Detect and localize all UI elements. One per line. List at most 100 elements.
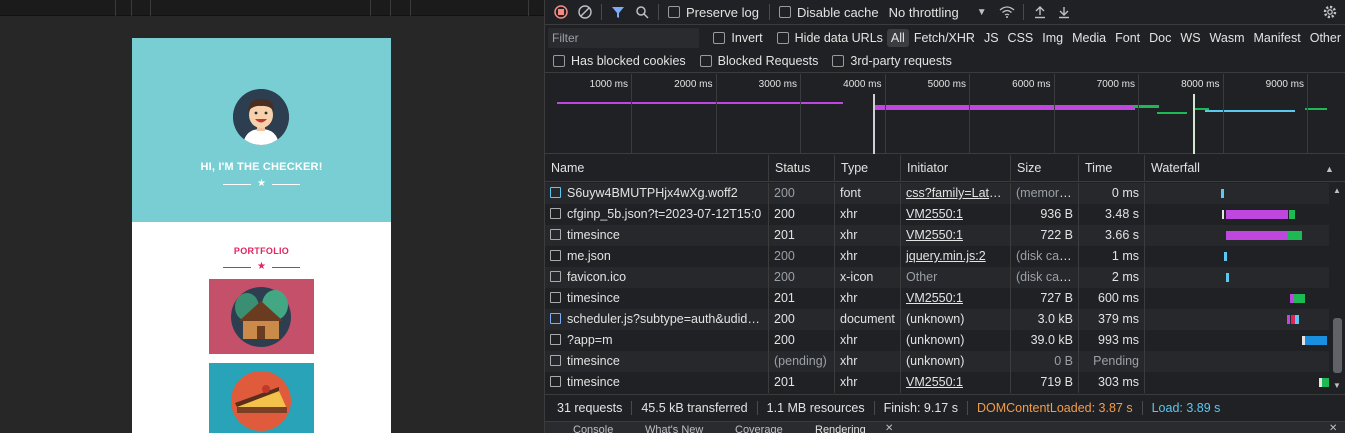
file-icon [550, 229, 561, 240]
portfolio-item-cabin[interactable] [209, 279, 314, 354]
portfolio-item-cake[interactable] [209, 363, 314, 433]
scroll-down-icon[interactable]: ▼ [1333, 381, 1341, 390]
cell-type: document [840, 312, 895, 326]
table-row[interactable]: S6uyw4BMUTPHjx4wXg.woff2 200 font css?famil… [545, 183, 1329, 204]
cell-initiator[interactable]: VM2550:1 [906, 375, 963, 389]
type-filter-media[interactable]: Media [1068, 29, 1110, 47]
cell-initiator[interactable]: VM2550:1 [906, 228, 963, 242]
import-har-button[interactable] [1028, 0, 1052, 24]
search-button[interactable] [630, 0, 654, 24]
type-filter-font[interactable]: Font [1111, 29, 1144, 47]
load-time: Load: 3.89 s [1151, 401, 1221, 415]
table-row[interactable]: cfginp_5b.json?t=2023-07-12T15:0 200 xhr VM… [545, 204, 1329, 225]
cell-initiator[interactable]: css?family=Lato:... [906, 186, 1010, 200]
table-row[interactable]: timesince (pending) xhr (unknown) 0 B Pending [545, 351, 1329, 372]
table-row[interactable]: timesince 201 xhr VM2550:1 722 B 3.66 s [545, 225, 1329, 246]
third-party-checkbox[interactable] [832, 54, 845, 67]
chevron-down-icon[interactable]: ▼ [977, 7, 987, 18]
cell-size: 719 B [1040, 375, 1073, 389]
devtools-network-panel: Preserve log Disable cache No throttling… [544, 0, 1345, 433]
drawer-tab-console[interactable]: Console [573, 424, 613, 433]
cell-name: timesince [567, 354, 620, 368]
col-initiator-header[interactable]: Initiator [901, 155, 1011, 182]
table-row[interactable]: ?app=m 200 xhr (unknown) 39.0 kB 993 ms [545, 330, 1329, 351]
overview-tick-label: 1000 ms [589, 79, 628, 90]
type-filter-doc[interactable]: Doc [1145, 29, 1175, 47]
col-time-header[interactable]: Time [1079, 155, 1145, 182]
vertical-scrollbar[interactable]: ▲ ▼ [1329, 183, 1345, 393]
record-button[interactable] [549, 0, 573, 24]
waterfall-bar [1221, 189, 1224, 198]
drawer-tab-rendering[interactable]: Rendering [815, 424, 866, 433]
table-row[interactable]: timesince 201 xhr VM2550:1 727 B 600 ms [545, 288, 1329, 309]
table-row[interactable]: favicon.ico 200 x-icon Other (disk cac... 2 m… [545, 267, 1329, 288]
col-waterfall-header[interactable]: Waterfall [1145, 155, 1345, 182]
col-type-header[interactable]: Type [835, 155, 901, 182]
dom-content-loaded: DOMContentLoaded: 3.87 s [968, 401, 1143, 415]
table-row[interactable]: timesince 201 xhr VM2550:1 719 B 303 ms [545, 372, 1329, 393]
cell-initiator[interactable]: jquery.min.js:2 [906, 249, 986, 263]
cabin-icon [231, 287, 291, 347]
overview-gridline [631, 74, 632, 154]
waterfall-bar [1226, 273, 1229, 282]
cell-type: xhr [840, 333, 858, 347]
status-bar: 31 requests 45.5 kB transferred 1.1 MB r… [545, 394, 1345, 421]
type-filter-fetch-xhr[interactable]: Fetch/XHR [910, 29, 979, 47]
scrollbar-thumb[interactable] [1333, 318, 1342, 373]
type-filter-img[interactable]: Img [1038, 29, 1067, 47]
type-filter-wasm[interactable]: Wasm [1206, 29, 1249, 47]
disable-cache-checkbox[interactable] [778, 6, 791, 18]
close-icon[interactable]: ✕ [885, 423, 893, 433]
cell-status: (pending) [774, 354, 827, 368]
type-filter-js[interactable]: JS [980, 29, 1003, 47]
hide-data-urls-checkbox[interactable] [776, 31, 789, 44]
cell-name: timesince [567, 228, 620, 242]
waterfall-cell [1145, 246, 1329, 267]
blocked-requests-checkbox[interactable] [699, 54, 712, 67]
overview-gridline [1138, 74, 1139, 154]
type-filter-all[interactable]: All [886, 28, 909, 47]
drawer-tab-coverage[interactable]: Coverage [735, 424, 783, 433]
throttling-select[interactable]: No throttling [889, 5, 959, 20]
col-status-header[interactable]: Status [769, 155, 835, 182]
waterfall-bar [1288, 231, 1302, 240]
drawer-tab-whats-new[interactable]: What's New [645, 424, 703, 433]
close-drawer-icon[interactable]: ✕ [1329, 423, 1337, 433]
preserve-log-checkbox[interactable] [668, 6, 680, 18]
cell-initiator: Other [906, 270, 938, 284]
network-conditions-button[interactable] [995, 0, 1019, 24]
overview-tick-label: 9000 ms [1265, 79, 1304, 90]
col-size-header[interactable]: Size [1011, 155, 1079, 182]
type-filter-manifest[interactable]: Manifest [1249, 29, 1304, 47]
table-row[interactable]: scheduler.js?subtype=auth&udid=... 200 doc… [545, 309, 1329, 330]
type-filter-css[interactable]: CSS [1004, 29, 1038, 47]
cell-type: xhr [840, 249, 858, 263]
export-har-button[interactable] [1052, 0, 1076, 24]
col-name-header[interactable]: Name [545, 155, 769, 182]
settings-button[interactable] [1318, 0, 1342, 24]
cell-name: S6uyw4BMUTPHjx4wXg.woff2 [567, 186, 738, 200]
clear-icon [578, 5, 592, 19]
cell-time: 1 ms [1111, 249, 1139, 263]
cell-time: 3.66 s [1104, 228, 1139, 242]
star-icon: ★ [257, 261, 266, 272]
type-filter-ws[interactable]: WS [1176, 29, 1204, 47]
cell-initiator[interactable]: VM2550:1 [906, 207, 963, 221]
font-file-icon [550, 187, 561, 198]
cell-size: 722 B [1040, 228, 1073, 242]
cell-size: 3.0 kB [1037, 312, 1073, 326]
filter-input[interactable]: Filter [548, 27, 700, 48]
waterfall-cell [1145, 267, 1329, 288]
hero-title: HI, I'M THE CHECKER! [200, 161, 323, 173]
invert-checkbox[interactable] [713, 31, 726, 44]
table-row[interactable]: me.json 200 xhr jquery.min.js:2 (disk cac...… [545, 246, 1329, 267]
cell-time: Pending [1093, 354, 1139, 368]
clear-button[interactable] [573, 0, 597, 24]
cell-initiator[interactable]: VM2550:1 [906, 291, 963, 305]
has-blocked-cookies-checkbox[interactable] [553, 54, 565, 67]
file-icon [550, 208, 561, 219]
scroll-up-icon[interactable]: ▲ [1333, 186, 1341, 195]
timeline-overview[interactable]: 1000 ms 2000 ms 3000 ms 4000 ms 5000 ms 6000 … [545, 74, 1345, 154]
filter-toggle-button[interactable] [606, 0, 630, 24]
type-filter-other[interactable]: Other [1306, 29, 1345, 47]
